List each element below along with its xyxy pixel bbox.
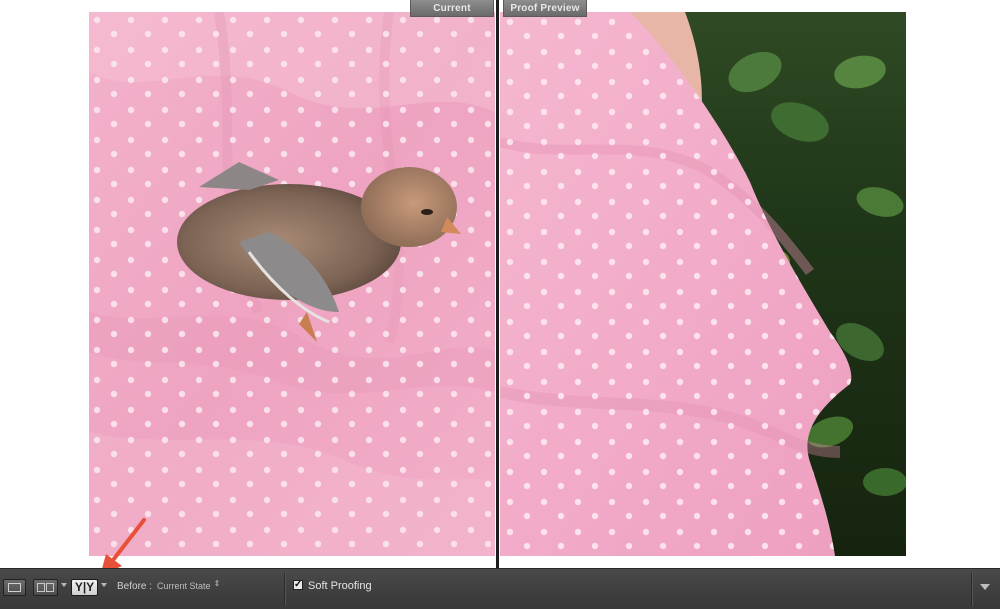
toolbar-divider <box>284 573 285 606</box>
proof-preview-photo[interactable] <box>500 12 906 556</box>
chevron-down-icon[interactable] <box>980 584 990 590</box>
before-after-split-button[interactable]: Y|Y <box>71 579 98 596</box>
proof-preview-image <box>500 12 906 556</box>
before-state-stepper-icon[interactable]: ⇕ <box>213 580 221 588</box>
current-photo[interactable] <box>89 12 495 556</box>
before-state-select[interactable]: Current State <box>157 581 211 591</box>
toolbar-divider-right <box>971 573 972 606</box>
current-photo-image <box>89 12 495 556</box>
soft-proofing-checkbox[interactable]: ✓ <box>293 580 303 590</box>
loupe-view-icon <box>8 583 21 592</box>
current-label: Current <box>410 0 494 17</box>
loupe-view-button[interactable] <box>3 579 26 596</box>
image-canvas: Current Proof Preview <box>0 0 1000 568</box>
before-after-split-icon: Y|Y <box>74 580 95 594</box>
before-label: Before : <box>117 581 153 592</box>
before-after-button[interactable] <box>33 579 58 596</box>
develop-toolbar: Y|Y Before : Current State ⇕ ✓ Soft Proo… <box>0 568 1000 609</box>
before-after-menu-caret-icon[interactable] <box>61 583 67 587</box>
before-after-icon <box>37 583 45 592</box>
lightroom-develop-window: Current Proof Preview Y|Y Before : Curre… <box>0 0 1000 609</box>
soft-proofing-label[interactable]: Soft Proofing <box>308 580 372 592</box>
split-mode-menu-caret-icon[interactable] <box>101 583 107 587</box>
split-divider <box>496 0 499 568</box>
before-after-icon-right <box>46 583 54 592</box>
proof-preview-label: Proof Preview <box>503 0 587 17</box>
